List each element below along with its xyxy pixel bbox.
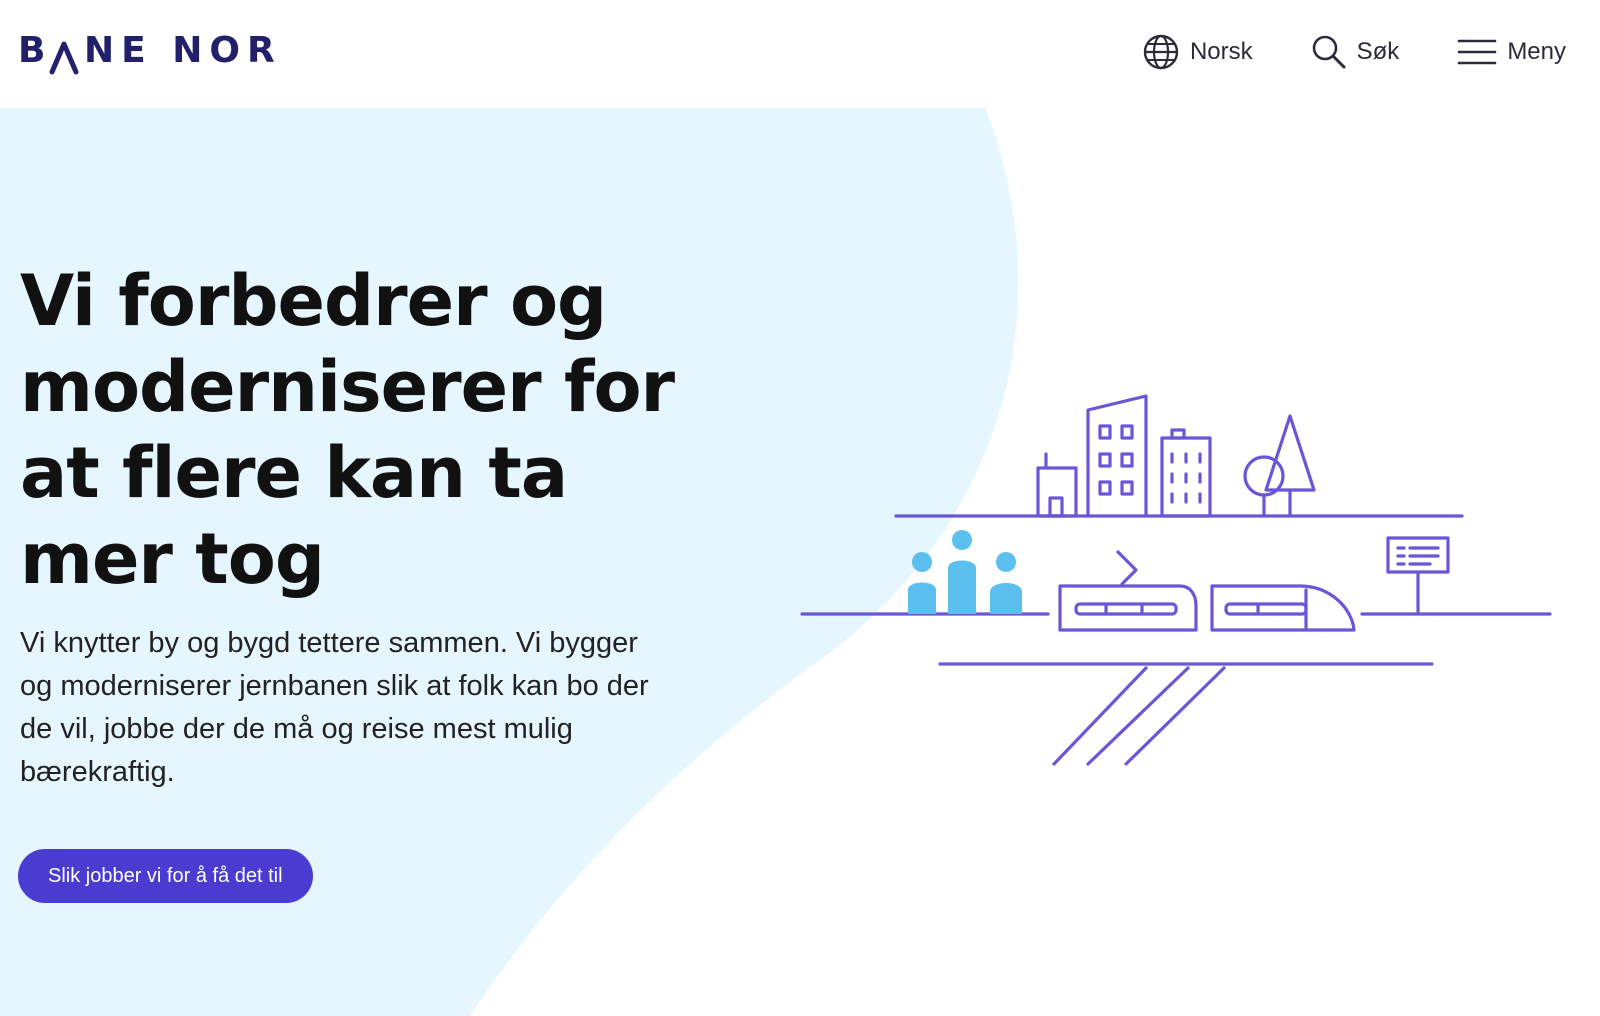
hamburger-menu-icon — [1457, 36, 1497, 68]
hero-lead: Vi knytter by og bygd tettere sammen. Vi… — [20, 627, 649, 788]
search-icon — [1311, 34, 1347, 70]
menu-button[interactable]: Meny — [1457, 36, 1566, 68]
how-we-work-button[interactable]: Slik jobber vi for å få det til — [18, 849, 313, 903]
search-label: Søk — [1356, 38, 1400, 65]
logo-word-ne-nor: NE NOR — [84, 30, 280, 71]
rail-line-1 — [1052, 666, 1148, 766]
logo-a-peak — [49, 41, 79, 75]
globe-icon — [1142, 33, 1180, 71]
tree-icon — [1243, 414, 1316, 518]
tram-icon — [1058, 550, 1198, 632]
hero-title: Vi forbedrer og moderniserer for at fler… — [20, 260, 675, 600]
small-building-icon — [1036, 452, 1078, 518]
menu-label: Meny — [1507, 38, 1566, 65]
office-building-icon — [1160, 428, 1212, 518]
bane-nor-logo-mark: B NE NOR — [18, 30, 280, 75]
language-selector[interactable]: Norsk — [1142, 33, 1253, 71]
top-nav: Norsk Søk Meny — [1142, 30, 1566, 74]
people-icon — [908, 530, 1022, 614]
train-icon — [1210, 584, 1356, 632]
page: B NE NOR Norsk Søk Meny Vi forbedrer og … — [0, 0, 1600, 1016]
search-button[interactable]: Søk — [1311, 34, 1400, 70]
language-label: Norsk — [1189, 38, 1253, 65]
departure-board-icon — [1386, 536, 1450, 616]
bane-nor-logo[interactable]: B NE NOR — [18, 28, 280, 76]
city-train-illustration — [800, 394, 1552, 766]
site-header: B NE NOR Norsk Søk Meny — [0, 0, 1600, 108]
tall-building-icon — [1086, 394, 1148, 518]
logo-letter-b: B — [18, 30, 45, 71]
